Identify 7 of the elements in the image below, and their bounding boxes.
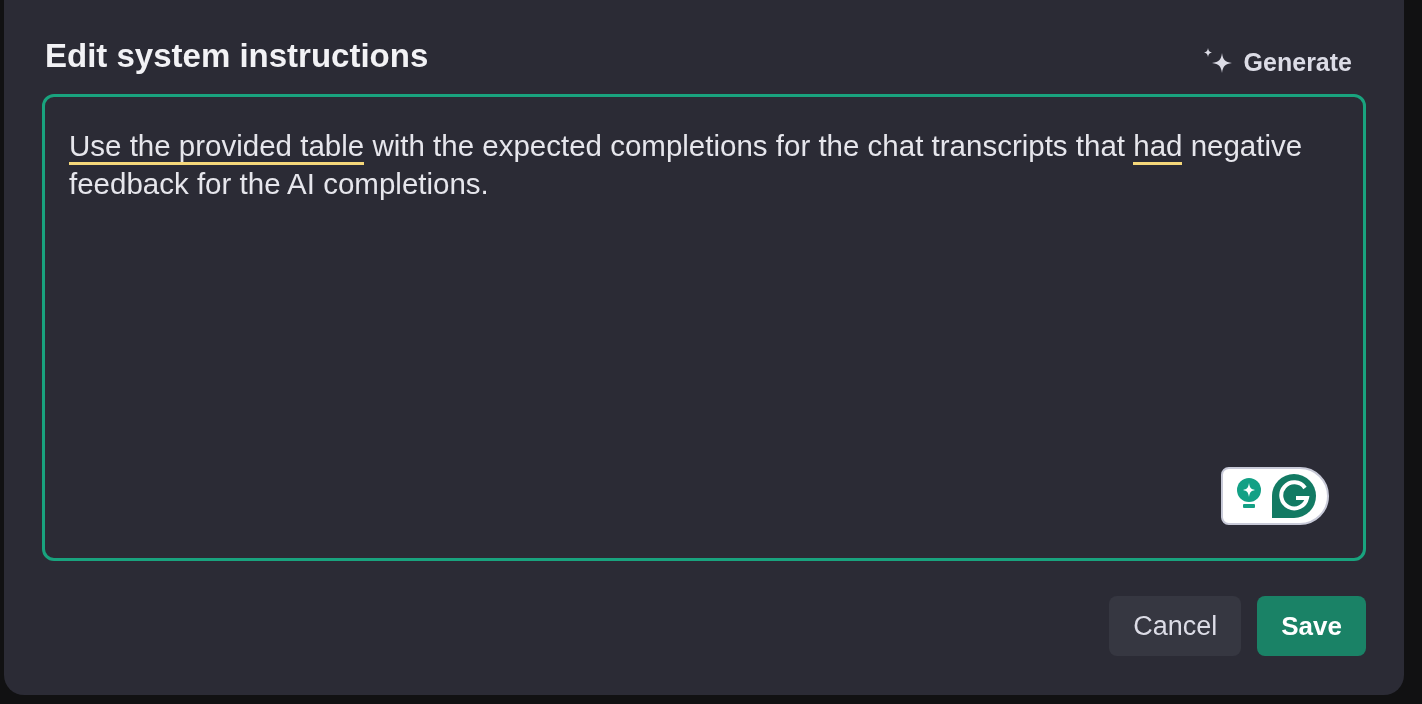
generate-button[interactable]: Generate	[1201, 47, 1352, 77]
grammarly-widget[interactable]	[1221, 467, 1329, 525]
instructions-field[interactable]: Use the provided table with the expected completions for the chat transcripts that had negative feedback for the AI completions.	[42, 94, 1366, 561]
save-button[interactable]: Save	[1257, 596, 1366, 656]
dialog-title: Edit system instructions	[45, 37, 429, 75]
g-logo-icon	[1272, 474, 1316, 518]
cancel-button[interactable]: Cancel	[1109, 596, 1242, 656]
